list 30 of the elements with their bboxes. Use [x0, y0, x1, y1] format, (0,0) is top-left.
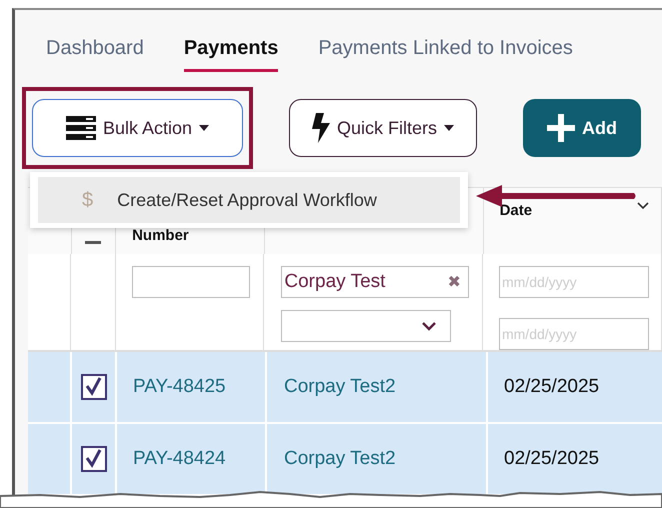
bulk-action-button[interactable]: Bulk Action	[32, 99, 243, 157]
quick-filters-button[interactable]: Quick Filters	[289, 99, 478, 157]
chevron-down-icon	[422, 322, 436, 330]
tab[interactable]: Dashboard	[46, 37, 144, 72]
column-header[interactable]: Number	[132, 227, 189, 244]
date-text: 02/25/2025	[504, 376, 600, 398]
caret-icon	[444, 125, 454, 131]
chevron-down-icon	[637, 202, 649, 210]
plus-icon	[547, 114, 576, 142]
date-text: 02/25/2025	[504, 448, 600, 470]
menu-item[interactable]: $ Create/Reset Approval Workflow	[38, 177, 460, 223]
tab[interactable]: Payments Linked to Invoices	[318, 37, 573, 72]
dash-icon	[85, 241, 102, 244]
tab[interactable]: Payments	[184, 37, 278, 72]
payment-number-link[interactable]: PAY-48424	[133, 448, 226, 470]
lightning-icon	[312, 113, 330, 143]
number-filter-field[interactable]	[132, 266, 250, 298]
server-stack-icon	[66, 116, 96, 140]
payee-link[interactable]: Corpay Test2	[284, 448, 396, 470]
checkbox[interactable]	[80, 374, 106, 400]
payee-link[interactable]: Corpay Test2	[284, 376, 396, 398]
name-filter-field[interactable]: Corpay Test ✖	[281, 266, 470, 298]
add-button[interactable]: Add	[523, 99, 642, 157]
table-row[interactable]: PAY-48425 Corpay Test2 02/25/2025	[28, 352, 662, 424]
clear-icon[interactable]: ✖	[447, 272, 460, 292]
caret-icon	[199, 125, 210, 131]
table-row[interactable]: PAY-48424 Corpay Test2 02/25/2025	[28, 424, 662, 496]
checkbox[interactable]	[80, 446, 106, 472]
column-header[interactable]: Date	[500, 202, 532, 219]
payment-number-link[interactable]: PAY-48425	[133, 376, 226, 398]
